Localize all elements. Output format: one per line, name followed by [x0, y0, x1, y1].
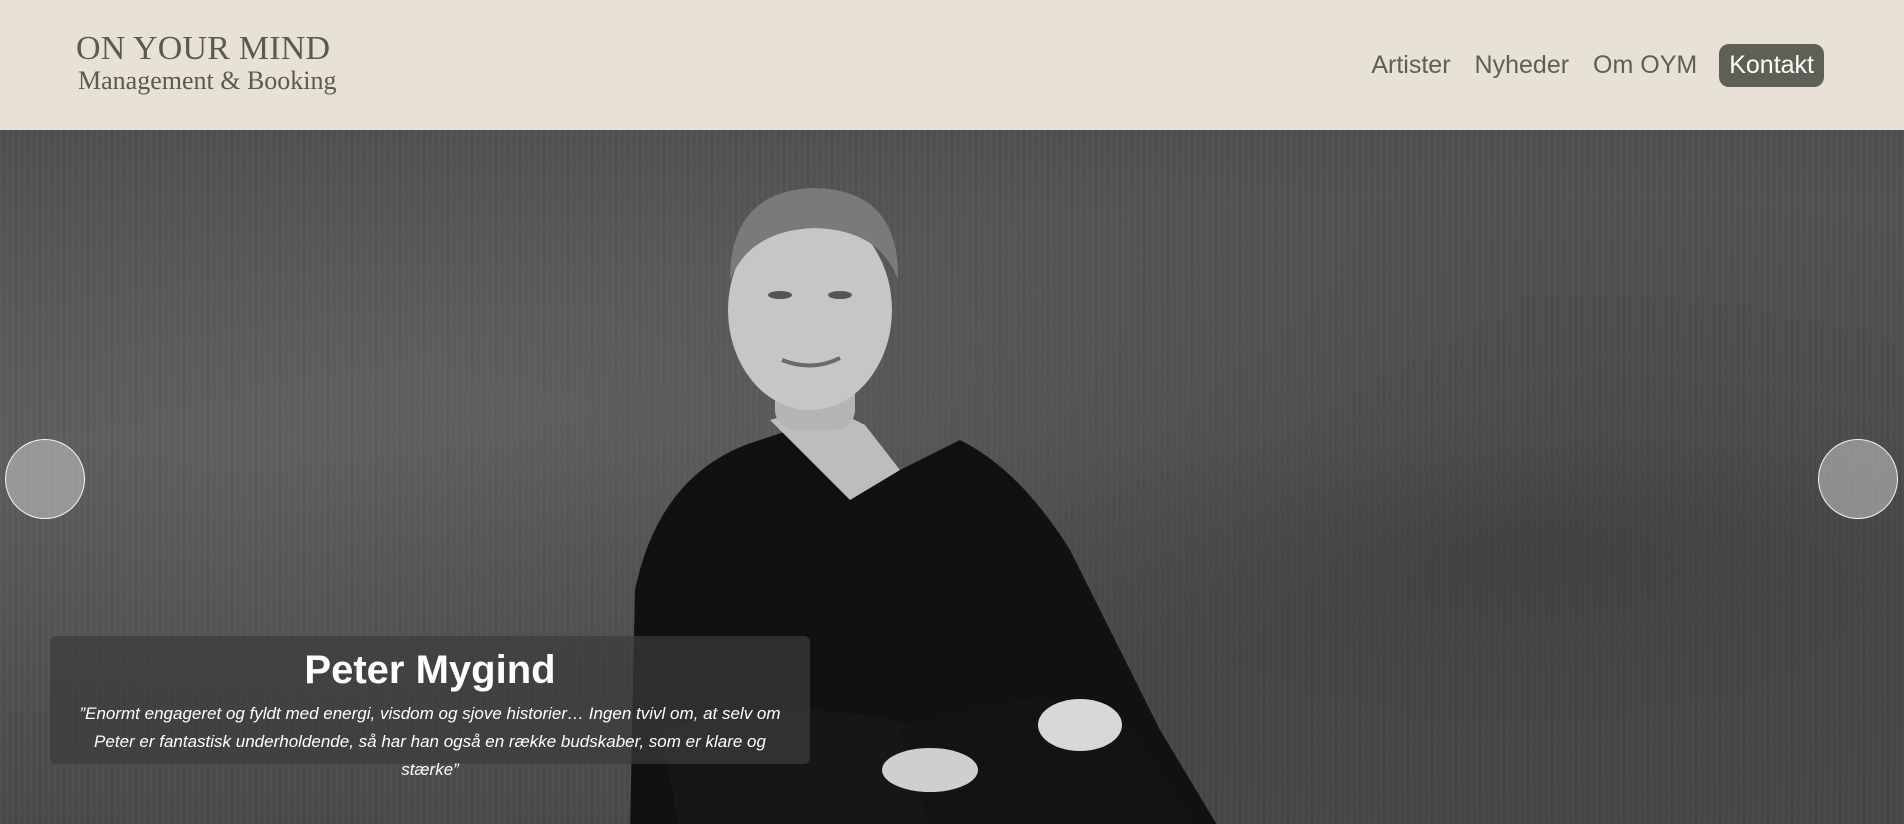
nav-nyheder[interactable]: Nyheder [1475, 53, 1570, 78]
main-nav: Artister Nyheder Om OYM Kontakt [1347, 44, 1824, 87]
nav-om-oym[interactable]: Om OYM [1593, 53, 1697, 78]
site-header: ON YOUR MIND Management & Booking Artist… [0, 0, 1904, 130]
logo[interactable]: ON YOUR MIND Management & Booking [76, 32, 337, 94]
slide-caption: Peter Mygind ”Enormt engageret og fyldt … [50, 636, 810, 779]
slider-next-button[interactable] [1818, 439, 1898, 519]
slider-prev-button[interactable] [5, 439, 85, 519]
slide-title: Peter Mygind [304, 648, 556, 692]
slide-quote: ”Enormt engageret og fyldt med energi, v… [79, 704, 781, 779]
logo-title: ON YOUR MIND [76, 30, 331, 67]
hero-slider: Peter Mygind ”Enormt engageret og fyldt … [0, 130, 1904, 824]
nav-kontakt-button[interactable]: Kontakt [1719, 44, 1824, 87]
nav-artister[interactable]: Artister [1371, 53, 1450, 78]
logo-subtitle: Management & Booking [78, 66, 337, 95]
